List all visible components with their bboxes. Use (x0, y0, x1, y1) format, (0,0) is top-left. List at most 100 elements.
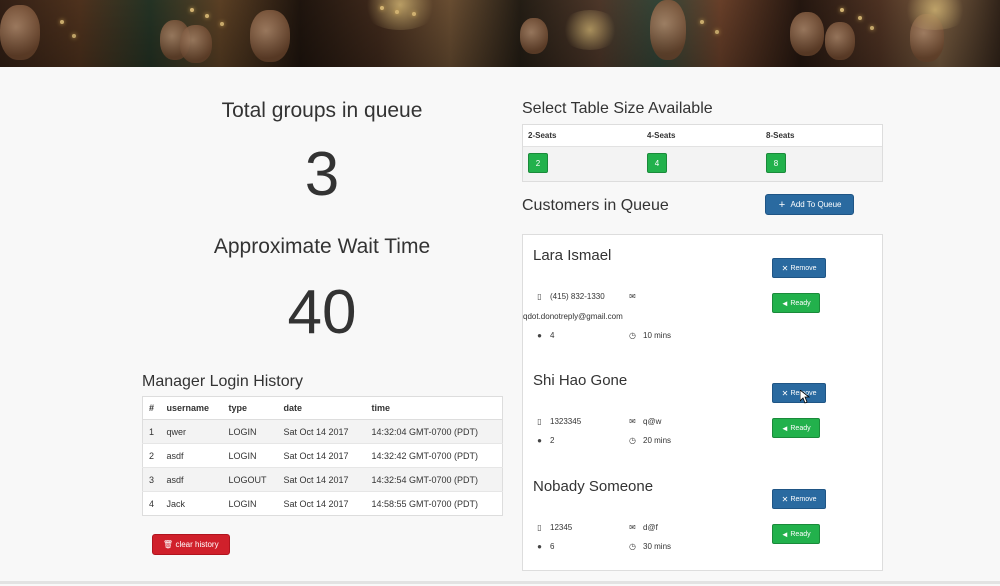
cell-username: qwer (160, 419, 223, 444)
users-icon: ● (537, 331, 542, 340)
seat-header-8: 8-Seats (766, 131, 795, 140)
user-remove-icon: ✕ (781, 494, 789, 504)
clear-history-button[interactable]: 🗑︎ clear history (152, 534, 230, 555)
customer-card: Lara Ismael ✕ Remove ▯ (415) 832-1330 ✉ … (523, 235, 884, 355)
cell-date: Sat Oct 14 2017 (277, 443, 366, 468)
cell-date: Sat Oct 14 2017 (277, 491, 366, 516)
cell-username: asdf (160, 443, 223, 468)
customer-party: ● 6 (535, 542, 554, 551)
col-header-date: date (277, 396, 366, 420)
table-row: 3 asdf LOGOUT Sat Oct 14 2017 14:32:54 G… (142, 467, 503, 492)
history-title: Manager Login History (142, 373, 303, 390)
customer-email-icon-wrap: ✉ (628, 292, 637, 301)
envelope-icon: ✉ (629, 417, 636, 426)
customer-email: ✉ d@f (628, 523, 658, 532)
seat-header-2: 2-Seats (528, 131, 557, 140)
wait-label: Approximate Wait Time (213, 235, 431, 258)
remove-button[interactable]: ✕ Remove (772, 383, 826, 403)
ready-button[interactable]: ◄ Ready (772, 418, 820, 438)
cell-time: 14:32:42 GMT-0700 (PDT) (365, 443, 503, 468)
customer-phone: ▯ 12345 (535, 523, 572, 532)
seat-8-button[interactable]: 8 (766, 153, 786, 173)
remove-button[interactable]: ✕ Remove (772, 489, 826, 509)
wait-text: 30 mins (643, 542, 672, 551)
cell-time: 14:32:54 GMT-0700 (PDT) (365, 467, 503, 492)
email-text: qdot.donotreply@gmail.com (523, 312, 623, 321)
party-size: 4 (550, 331, 555, 340)
bullhorn-icon: ◄ (780, 298, 789, 308)
groups-value: 3 (304, 140, 340, 209)
seat-button-row: 2 4 8 (523, 147, 882, 181)
cell-time: 14:58:55 GMT-0700 (PDT) (365, 491, 503, 516)
table-row: 1 qwer LOGIN Sat Oct 14 2017 14:32:04 GM… (142, 419, 503, 444)
customer-name: Lara Ismael (533, 247, 612, 264)
remove-button[interactable]: ✕ Remove (772, 258, 826, 278)
bullhorn-icon: ◄ (780, 423, 789, 433)
cell-number: 1 (142, 419, 161, 444)
phone-text: 12345 (550, 523, 573, 532)
cell-time: 14:32:04 GMT-0700 (PDT) (365, 419, 503, 444)
queue-panel: Lara Ismael ✕ Remove ▯ (415) 832-1330 ✉ … (522, 234, 883, 571)
customer-phone: ▯ 1323345 (535, 417, 581, 426)
cell-type: LOGIN (222, 419, 278, 444)
col-header-number: # (142, 396, 161, 420)
customer-wait: ◷ 10 mins (628, 331, 671, 340)
ready-button[interactable]: ◄ Ready (772, 524, 820, 544)
main-content: Total groups in queue 3 Approximate Wait… (0, 67, 1000, 584)
customer-party: ● 2 (535, 436, 554, 445)
plus-icon: + (778, 198, 786, 211)
ready-button[interactable]: ◄ Ready (772, 293, 820, 313)
phone-text: (415) 832-1330 (550, 292, 605, 301)
customer-party: ● 4 (535, 331, 554, 340)
groups-stat: Total groups in queue (142, 99, 502, 123)
phone-text: 1323345 (550, 417, 582, 426)
wait-text: 20 mins (643, 436, 672, 445)
envelope-icon: ✉ (629, 523, 636, 532)
email-text: q@w (643, 417, 662, 426)
envelope-icon: ✉ (629, 292, 636, 301)
seat-cell-2: 2 (523, 147, 642, 181)
ready-label: Ready (790, 424, 811, 432)
remove-label: Remove (790, 264, 817, 272)
users-icon: ● (537, 436, 542, 445)
add-to-queue-label: Add To Queue (790, 200, 842, 209)
groups-count: 3 (142, 139, 502, 210)
clock-icon: ◷ (629, 436, 636, 445)
cell-type: LOGIN (222, 491, 278, 516)
cell-date: Sat Oct 14 2017 (277, 419, 366, 444)
wait-count: 40 (142, 277, 502, 348)
ready-label: Ready (790, 299, 811, 307)
clock-icon: ◷ (629, 542, 636, 551)
col-header-time: time (365, 396, 503, 420)
cell-type: LOGIN (222, 443, 278, 468)
trash-icon: 🗑︎ (162, 540, 174, 549)
phone-icon: ▯ (537, 292, 542, 301)
customer-wait: ◷ 20 mins (628, 436, 671, 445)
customer-phone: ▯ (415) 832-1330 (535, 292, 605, 301)
wait-value: 40 (287, 278, 357, 347)
clear-history-label: clear history (175, 540, 219, 549)
add-to-queue-button[interactable]: + Add To Queue (765, 194, 854, 215)
phone-icon: ▯ (537, 523, 542, 532)
table-size-title: Select Table Size Available (522, 100, 713, 117)
seat-2-button[interactable]: 2 (528, 153, 548, 173)
seat-cell-4: 4 (642, 147, 761, 181)
col-header-type: type (222, 396, 278, 420)
table-header-row: # username type date time (142, 396, 503, 420)
cell-number: 3 (142, 467, 161, 492)
seat-4-button[interactable]: 4 (647, 153, 667, 173)
customer-card: Nobady Someone ✕ Remove ▯ 12345 ✉ d@f ◄ … (523, 466, 884, 586)
mouse-cursor-icon (800, 390, 810, 404)
phone-icon: ▯ (537, 417, 542, 426)
cell-username: asdf (160, 467, 223, 492)
cell-date: Sat Oct 14 2017 (277, 467, 366, 492)
wait-stat: Approximate Wait Time (142, 235, 502, 259)
remove-label: Remove (790, 495, 817, 503)
header-banner-image (0, 0, 1000, 67)
seat-header-4: 4-Seats (647, 131, 676, 140)
groups-label: Total groups in queue (221, 99, 423, 122)
table-row: 2 asdf LOGIN Sat Oct 14 2017 14:32:42 GM… (142, 443, 503, 468)
customer-wait: ◷ 30 mins (628, 542, 671, 551)
queue-title: Customers in Queue (522, 197, 669, 214)
user-remove-icon: ✕ (781, 263, 789, 273)
